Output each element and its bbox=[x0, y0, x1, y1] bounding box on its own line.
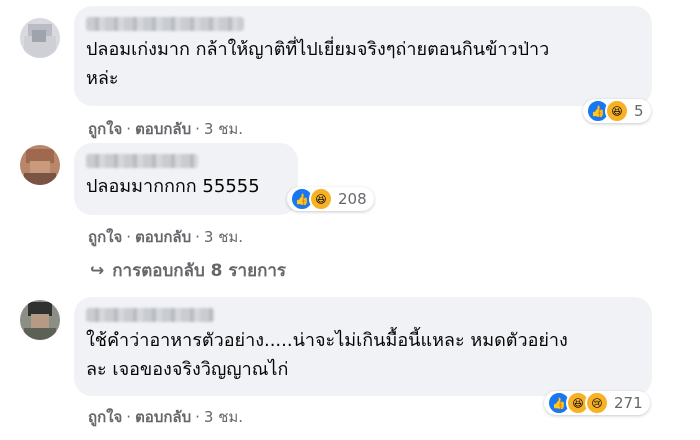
comment-bubble: ปลอมเก่งมาก กล้าให้ญาติที่ไปเยี่ยมจริงๆถ… bbox=[74, 6, 652, 106]
timestamp[interactable]: 3 ชม. bbox=[204, 228, 243, 246]
reaction-count: 5 bbox=[634, 102, 644, 120]
view-replies-link[interactable]: ↪ การตอบกลับ 8 รายการ bbox=[90, 257, 286, 284]
like-button[interactable]: ถูกใจ bbox=[88, 228, 122, 246]
haha-icon: 😆 bbox=[309, 187, 333, 211]
comment-bubble: ปลอมมากกกก 55555 bbox=[74, 143, 298, 215]
timestamp[interactable]: 3 ชม. bbox=[204, 120, 243, 138]
commenter-name[interactable] bbox=[86, 154, 198, 168]
reaction-summary[interactable]: 👍 😆 5 bbox=[583, 99, 651, 123]
comment-bubble: ใช้คำว่าอาหารตัวอย่าง.....น่าจะไม่เกินมื… bbox=[74, 297, 652, 396]
like-button[interactable]: ถูกใจ bbox=[88, 120, 122, 138]
reaction-count: 271 bbox=[614, 394, 643, 412]
reply-button[interactable]: ตอบกลับ bbox=[135, 120, 191, 138]
commenter-name[interactable] bbox=[86, 17, 244, 31]
reaction-summary[interactable]: 👍 😆 208 bbox=[287, 187, 374, 211]
comment-text: ใช้คำว่าอาหารตัวอย่าง.....น่าจะไม่เกินมื… bbox=[86, 330, 568, 380]
reply-button[interactable]: ตอบกลับ bbox=[135, 408, 191, 426]
timestamp[interactable]: 3 ชม. bbox=[204, 408, 243, 426]
haha-icon: 😆 bbox=[605, 99, 629, 123]
avatar[interactable] bbox=[20, 18, 60, 58]
reaction-summary[interactable]: 👍 😆 😢 271 bbox=[544, 391, 650, 415]
commenter-name[interactable] bbox=[86, 308, 214, 322]
reaction-count: 208 bbox=[338, 190, 367, 208]
reply-button[interactable]: ตอบกลับ bbox=[135, 228, 191, 246]
comment-actions: ถูกใจ · ตอบกลับ · 3 ชม. bbox=[88, 228, 244, 246]
avatar[interactable] bbox=[20, 145, 60, 185]
comment-actions: ถูกใจ · ตอบกลับ · 3 ชม. bbox=[88, 120, 244, 138]
reply-arrow-icon: ↪ bbox=[90, 261, 105, 281]
comment-actions: ถูกใจ · ตอบกลับ · 3 ชม. bbox=[88, 408, 244, 426]
like-button[interactable]: ถูกใจ bbox=[88, 408, 122, 426]
avatar[interactable] bbox=[20, 300, 60, 340]
replies-label: การตอบกลับ 8 รายการ bbox=[112, 261, 287, 281]
comment-text: ปลอมมากกกก 55555 bbox=[86, 176, 260, 197]
comment-text: ปลอมเก่งมาก กล้าให้ญาติที่ไปเยี่ยมจริงๆถ… bbox=[86, 39, 550, 89]
sad-icon: 😢 bbox=[585, 391, 609, 415]
